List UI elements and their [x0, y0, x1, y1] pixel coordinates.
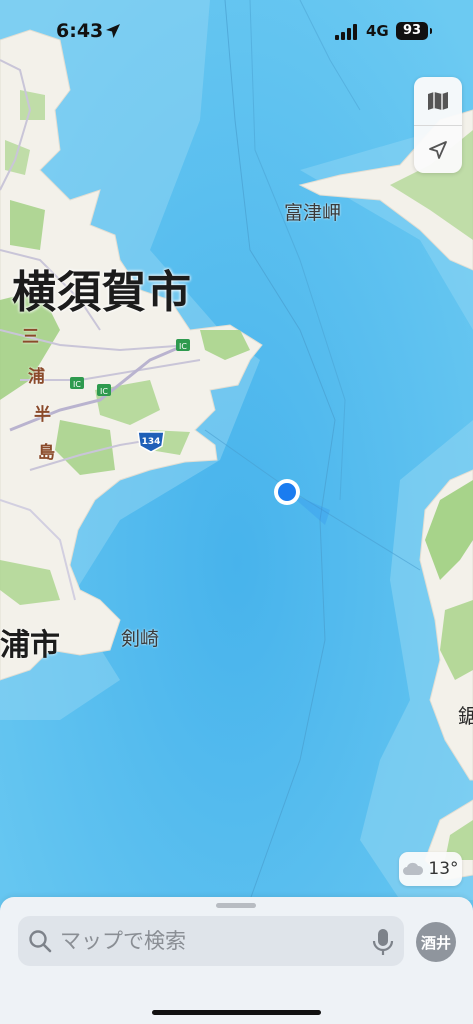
current-location-dot[interactable] — [274, 479, 300, 505]
microphone-icon[interactable] — [372, 928, 394, 956]
ic-badge: IC — [176, 339, 190, 351]
map-controls — [414, 77, 462, 173]
map-icon — [428, 92, 448, 110]
status-bar: 6:43 4G 93 — [0, 0, 473, 62]
search-bar[interactable] — [18, 916, 404, 966]
home-indicator — [152, 1010, 321, 1015]
weather-temperature: 13° — [428, 859, 459, 879]
avatar[interactable]: 酒井 — [416, 922, 456, 962]
svg-text:IC: IC — [179, 342, 187, 351]
city-label-kyonan[interactable]: 鋸 — [458, 700, 473, 729]
current-location-button[interactable] — [414, 125, 462, 173]
weather-badge[interactable]: 13° — [399, 852, 462, 886]
search-icon — [29, 930, 52, 953]
svg-text:IC: IC — [100, 387, 108, 396]
search-input[interactable] — [60, 925, 360, 957]
place-label-tsurugizaki[interactable]: 剣崎 — [121, 624, 159, 651]
search-sheet[interactable]: 酒井 — [0, 897, 473, 1024]
map-mode-button[interactable] — [414, 77, 462, 125]
network-type: 4G — [366, 22, 389, 40]
ic-badge: IC — [70, 377, 84, 389]
city-label-miura[interactable]: 浦市 — [0, 620, 60, 664]
location-services-icon — [106, 24, 120, 38]
city-label-yokosuka[interactable]: 横須賀市 — [12, 256, 192, 320]
location-arrow-icon — [429, 140, 447, 159]
sheet-grabber[interactable] — [216, 903, 256, 908]
peninsula-label-char: 半 — [34, 405, 51, 425]
peninsula-label-char: 島 — [38, 443, 55, 463]
peninsula-label-char: 三 — [22, 327, 39, 347]
peninsula-label-char: 浦 — [28, 367, 45, 387]
ic-badge: IC — [97, 384, 111, 396]
place-label-futtsu-cape[interactable]: 富津岬 — [284, 198, 341, 225]
battery-indicator: 93 — [396, 22, 432, 40]
svg-text:134: 134 — [142, 437, 161, 447]
status-time: 6:43 — [56, 20, 104, 42]
svg-text:IC: IC — [73, 380, 81, 389]
cellular-signal-icon — [335, 24, 357, 40]
cloud-icon — [403, 862, 424, 875]
